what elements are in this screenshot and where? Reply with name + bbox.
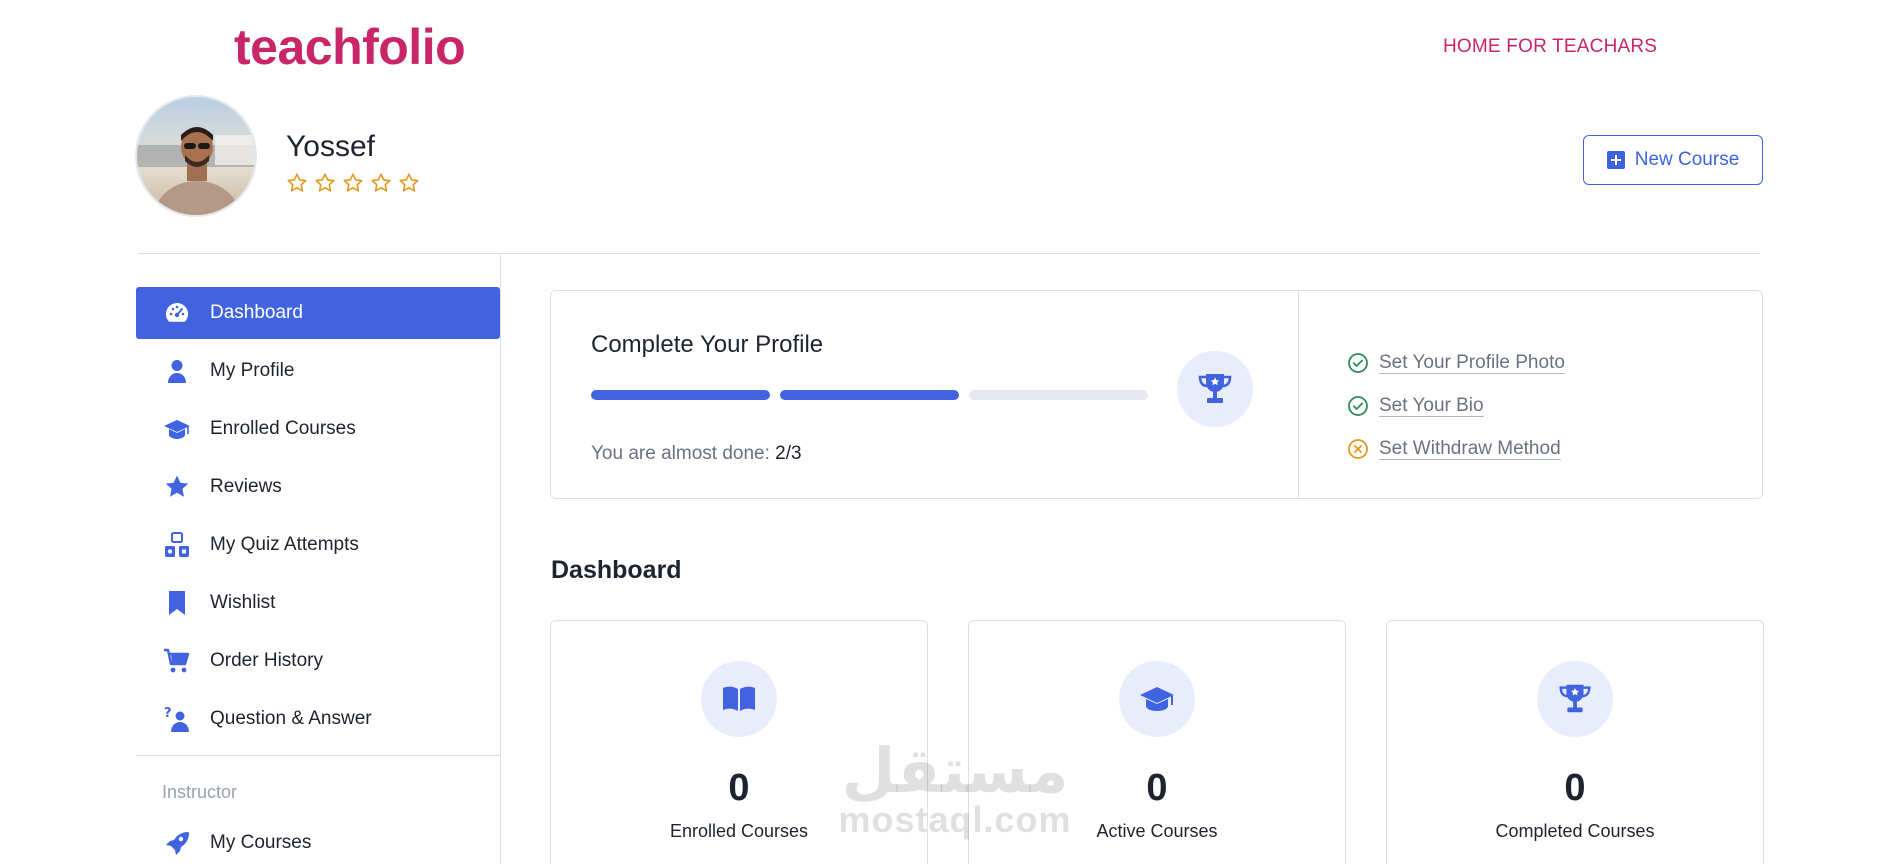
star-outline-icon (371, 173, 391, 192)
progress-segment (780, 390, 959, 400)
svg-text:?: ? (164, 706, 172, 721)
avatar (135, 95, 257, 217)
graduation-cap-icon (162, 414, 192, 444)
stat-card-active-courses: 0 Active Courses (968, 620, 1346, 864)
sidebar-item-label: My Quiz Attempts (210, 534, 359, 555)
progress-segment (591, 390, 770, 400)
trophy-icon (1198, 374, 1232, 403)
trophy-badge (1177, 351, 1253, 427)
stat-card-completed-courses: 0 Completed Courses (1386, 620, 1764, 864)
sidebar-item-dashboard[interactable]: Dashboard (136, 287, 500, 339)
sidebar-item-enrolled-courses[interactable]: Enrolled Courses (136, 403, 500, 455)
progress-segment (969, 390, 1148, 400)
star-icon (162, 472, 192, 502)
stat-value: 0 (1564, 767, 1586, 809)
home-for-teachers-link[interactable]: HOME FOR TEACHARS (1443, 36, 1657, 58)
star-outline-icon (287, 173, 307, 192)
stat-value: 0 (1146, 767, 1168, 809)
stat-card-enrolled-courses: 0 Enrolled Courses (550, 620, 928, 864)
sidebar-item-label: Enrolled Courses (210, 418, 356, 439)
sidebar: Dashboard My Profile Enrolled Courses Re… (136, 287, 500, 864)
rocket-icon (162, 828, 192, 858)
checklist-item-profile-photo[interactable]: Set Your Profile Photo (1347, 341, 1565, 384)
checklist-item-withdraw-method[interactable]: Set Withdraw Method (1347, 427, 1565, 470)
rating-stars (286, 172, 420, 194)
complete-profile-title: Complete Your Profile (591, 331, 824, 358)
new-course-label: New Course (1634, 149, 1740, 170)
x-circle-icon (1348, 438, 1368, 459)
sidebar-item-label: Wishlist (210, 592, 276, 613)
new-course-button[interactable]: New Course (1583, 135, 1763, 185)
header-divider (138, 253, 1760, 254)
star-outline-icon (343, 173, 363, 192)
sidebar-item-label: Reviews (210, 476, 282, 497)
sidebar-item-my-courses[interactable]: My Courses (136, 817, 500, 864)
brand-logo[interactable]: teachfolio (234, 18, 466, 76)
user-icon (162, 356, 192, 386)
stat-label: Active Courses (1096, 821, 1218, 841)
cart-icon (162, 646, 192, 676)
instructor-heading: Instructor (162, 782, 238, 802)
sidebar-item-label: My Profile (210, 360, 295, 381)
sidebar-separator (136, 755, 500, 756)
dashboard-gauge-icon (162, 298, 192, 328)
sidebar-item-question-answer[interactable]: ? Question & Answer (136, 693, 500, 745)
checklist-label: Set Withdraw Method (1379, 437, 1561, 459)
star-outline-icon (315, 173, 335, 192)
sidebar-item-my-profile[interactable]: My Profile (136, 345, 500, 397)
sidebar-item-reviews[interactable]: Reviews (136, 461, 500, 513)
stat-icon-circle (1119, 661, 1195, 737)
profile-progress-text: You are almost done: 2/3 (591, 443, 802, 465)
sidebar-item-label: Order History (210, 650, 323, 671)
bookmark-icon (162, 588, 192, 618)
star-outline-icon (399, 173, 419, 192)
stat-icon-circle (1537, 661, 1613, 737)
sidebar-divider (500, 254, 501, 864)
progress-value: 2/3 (775, 443, 802, 464)
sidebar-item-wishlist[interactable]: Wishlist (136, 577, 500, 629)
check-circle-icon (1348, 352, 1368, 373)
shapes-quiz-icon (162, 530, 192, 560)
card-divider (1298, 291, 1299, 498)
progress-prefix: You are almost done: (591, 443, 770, 464)
plus-square-icon (1606, 151, 1625, 169)
question-person-icon: ? (162, 704, 192, 734)
stat-label: Enrolled Courses (669, 821, 809, 841)
sidebar-item-label: Question & Answer (210, 708, 372, 729)
stat-value: 0 (728, 767, 750, 809)
trophy-icon (1559, 684, 1591, 713)
stat-icon-circle (701, 661, 777, 737)
profile-progress-bar (591, 390, 1148, 400)
book-open-icon (723, 686, 755, 711)
sidebar-item-my-quiz-attempts[interactable]: My Quiz Attempts (136, 519, 500, 571)
check-circle-icon (1348, 395, 1368, 416)
stat-label: Completed Courses (1495, 821, 1655, 841)
sidebar-item-label: My Courses (210, 832, 312, 853)
checklist-label: Set Your Profile Photo (1379, 351, 1565, 373)
checklist-label: Set Your Bio (1379, 394, 1484, 416)
dashboard-section-title: Dashboard (551, 556, 682, 584)
checklist-item-bio[interactable]: Set Your Bio (1347, 384, 1565, 427)
sidebar-item-order-history[interactable]: Order History (136, 635, 500, 687)
profile-checklist: Set Your Profile Photo Set Your Bio Set … (1347, 341, 1565, 470)
sidebar-item-label: Dashboard (210, 302, 303, 323)
complete-profile-card: Complete Your Profile You are almost don… (550, 290, 1763, 499)
graduation-cap-icon (1140, 687, 1174, 711)
user-name: Yossef (286, 130, 375, 163)
